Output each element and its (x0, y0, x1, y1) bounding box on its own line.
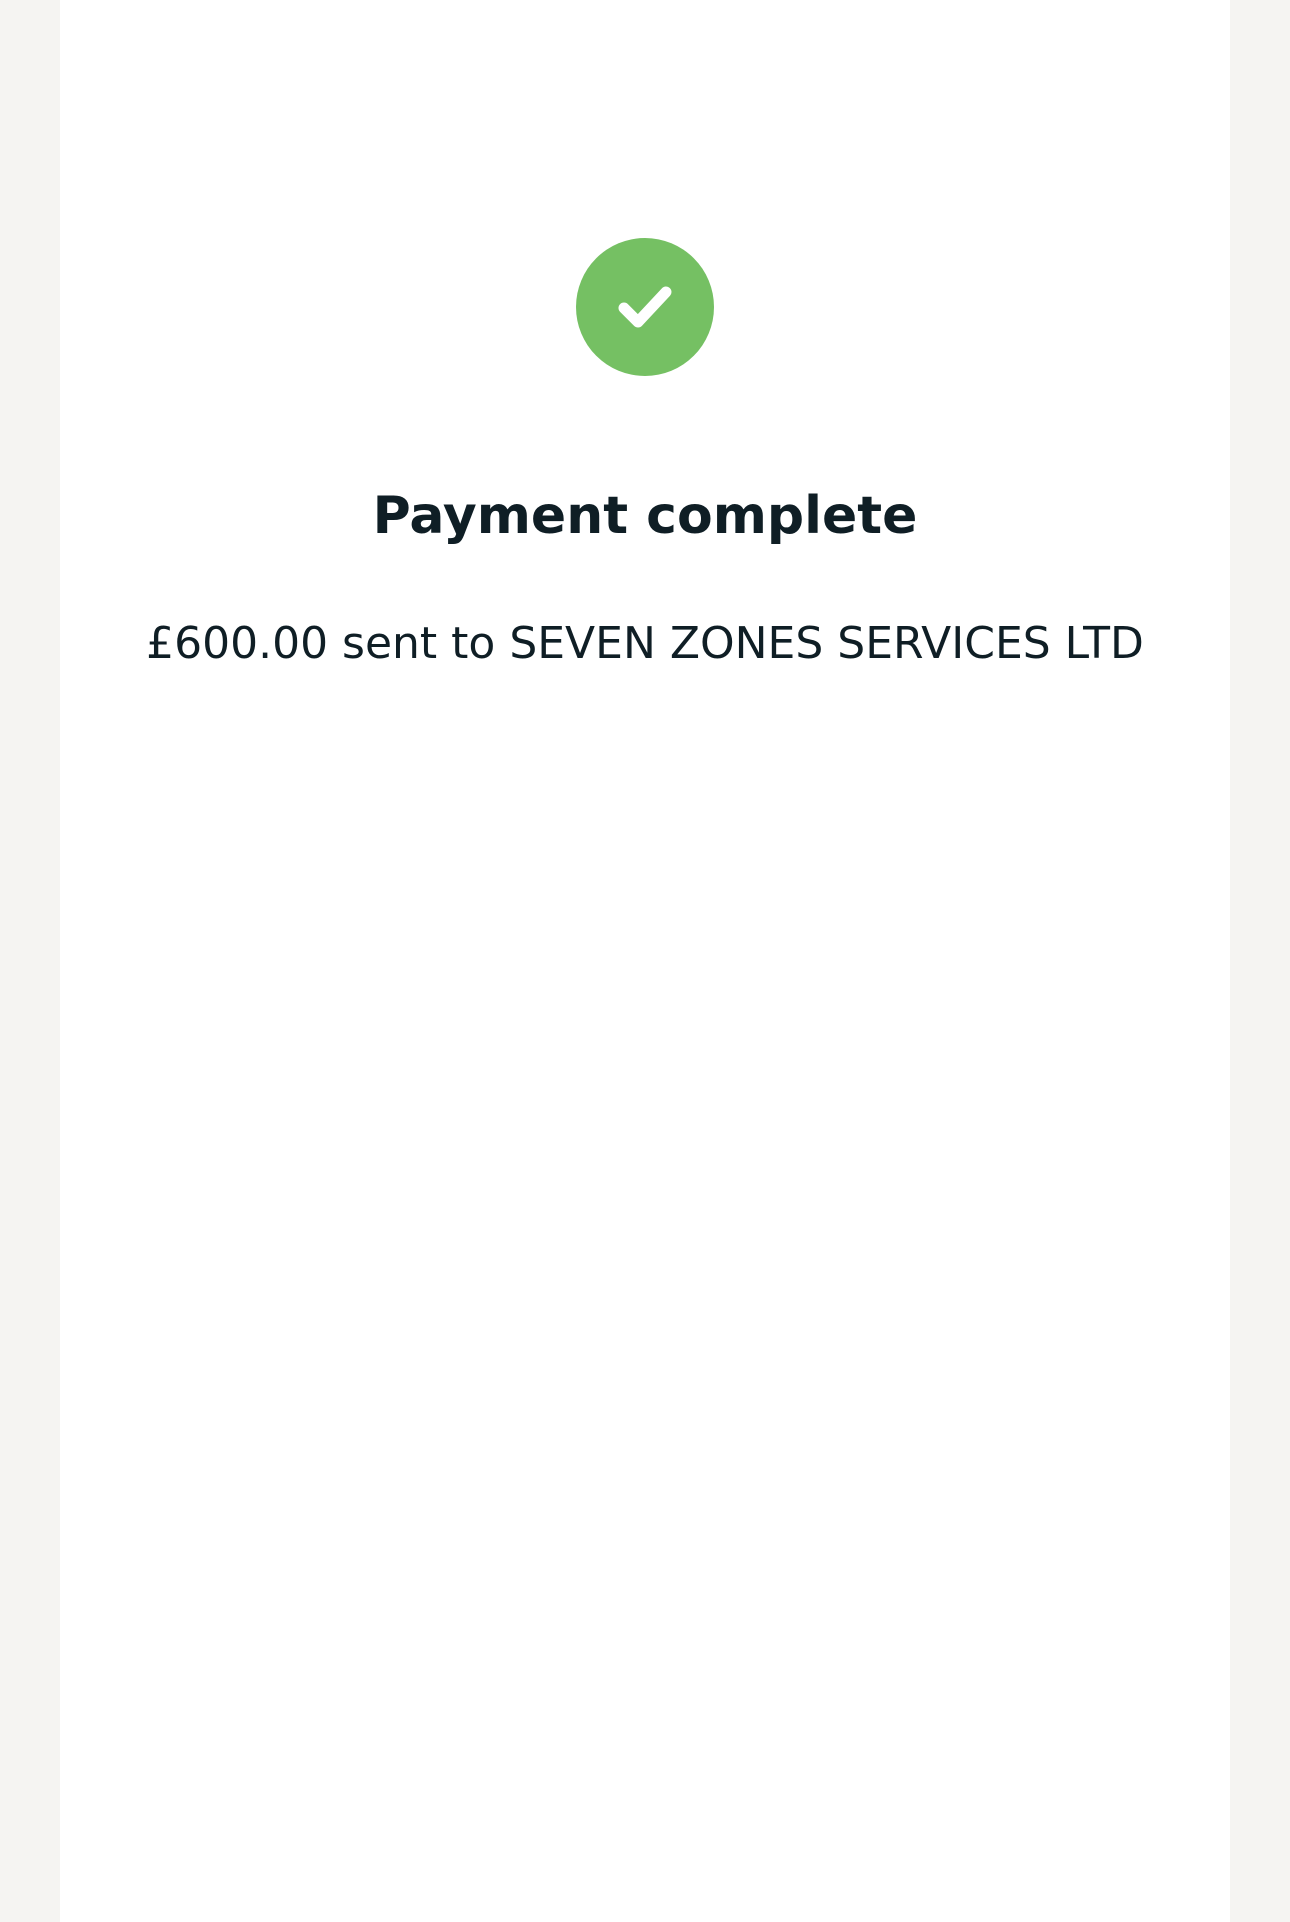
checkmark-icon (618, 286, 672, 328)
page-title: Payment complete (372, 486, 918, 546)
check-circle-icon (576, 238, 714, 376)
payment-summary-text: £600.00 sent to SEVEN ZONES SERVICES LTD (146, 618, 1144, 669)
